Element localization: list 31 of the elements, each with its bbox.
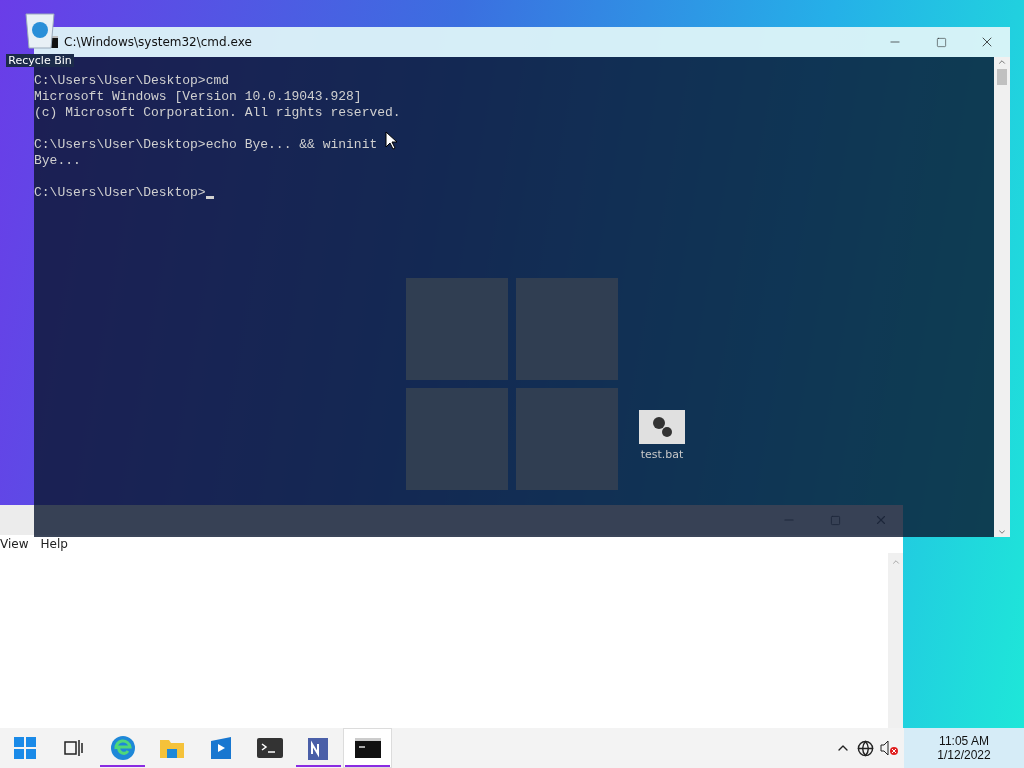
- gears-icon: [639, 410, 685, 444]
- folder-icon: [159, 738, 184, 758]
- clock[interactable]: 11:05 AM 1/12/2022: [904, 728, 1024, 768]
- speaker-muted-icon[interactable]: [880, 740, 898, 756]
- console-icon: [354, 738, 381, 758]
- taskbar-button[interactable]: [343, 728, 392, 768]
- notepad-icon: [307, 736, 330, 760]
- window-title: C:\Windows\system32\cmd.exe: [64, 35, 253, 49]
- browser-icon: [109, 735, 136, 761]
- mouse-pointer-icon: [385, 131, 397, 150]
- console-line: C:\Users\User\Desktop>: [34, 185, 206, 201]
- console-line: Microsoft Windows [Version 10.0.19043.928]: [34, 89, 362, 105]
- scroll-up-icon[interactable]: [997, 57, 1007, 67]
- globe-icon[interactable]: [857, 739, 874, 757]
- console-line: C:\Users\User\Desktop>echo Bye... && wininit: [34, 137, 378, 153]
- scroll-bar[interactable]: [888, 553, 903, 728]
- desktop-icon-label[interactable]: test.bat: [638, 448, 686, 461]
- console-line: C:\Users\User\Desktop>cmd: [34, 73, 230, 89]
- scroll-down-icon[interactable]: [997, 527, 1007, 537]
- terminal-icon: [256, 738, 283, 758]
- console-line: Bye...: [34, 153, 81, 169]
- play-icon: [208, 737, 233, 759]
- scroll-bar[interactable]: [994, 57, 1010, 537]
- maximize-icon: [935, 36, 947, 48]
- windows-logo-icon: [13, 737, 36, 759]
- menu-item[interactable]: Help: [40, 537, 68, 551]
- task-view-icon: [63, 739, 84, 757]
- desktop-icon-label[interactable]: Recycle Bin: [6, 54, 74, 67]
- scroll-thumb[interactable]: [997, 69, 1007, 85]
- menu-item[interactable]: View: [0, 537, 29, 551]
- console-line: (c) Microsoft Corporation. All rights reserved.: [34, 105, 401, 121]
